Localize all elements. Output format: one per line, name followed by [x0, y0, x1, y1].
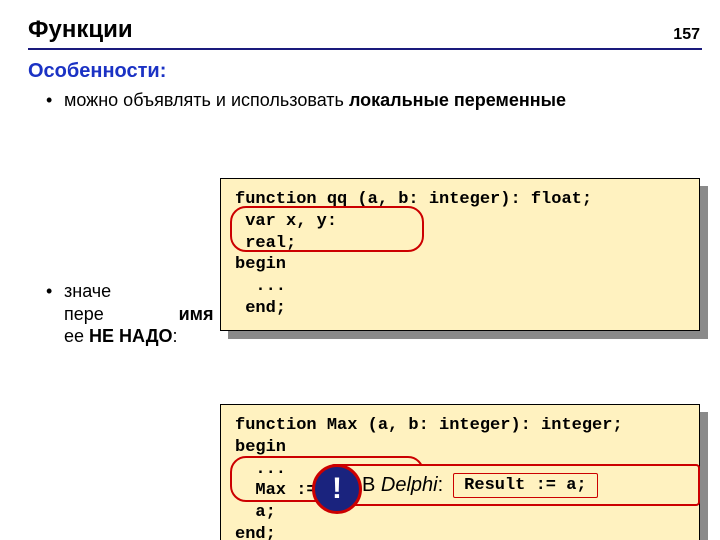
- b2-end: :: [173, 326, 178, 346]
- page-title: Функции: [28, 16, 720, 44]
- delphi-code: Result := a;: [453, 473, 597, 498]
- delphi-label-pre: В: [362, 474, 381, 496]
- b2-l2-pre: пере: [64, 304, 104, 324]
- code1-body: function qq (a, b: integer): float; var …: [220, 178, 700, 331]
- bullet-list: можно объявлять и использовать локальные…: [46, 89, 720, 112]
- delphi-label-colon: :: [438, 474, 444, 496]
- delphi-label-name: Delphi: [381, 474, 438, 496]
- b2-l2-b3: НЕ НАДО: [89, 326, 173, 346]
- bullet1-bold: локальные переменные: [349, 90, 566, 110]
- title-rule: [28, 48, 702, 50]
- code-block-1: function qq (a, b: integer): float; var …: [220, 178, 700, 331]
- section-subhead: Особенности:: [28, 60, 720, 83]
- b2-l2-b1: имя: [179, 304, 214, 324]
- delphi-label: В Delphi:: [362, 474, 443, 497]
- delphi-callout: ! В Delphi: Result := a;: [330, 464, 700, 506]
- page-number: 157: [673, 26, 700, 44]
- bullet-item-1: можно объявлять и использовать локальные…: [46, 89, 720, 112]
- bullet1-text: можно объявлять и использовать: [64, 90, 349, 110]
- exclamation-icon: !: [312, 464, 362, 514]
- b2-l1-pre: значе: [64, 281, 111, 301]
